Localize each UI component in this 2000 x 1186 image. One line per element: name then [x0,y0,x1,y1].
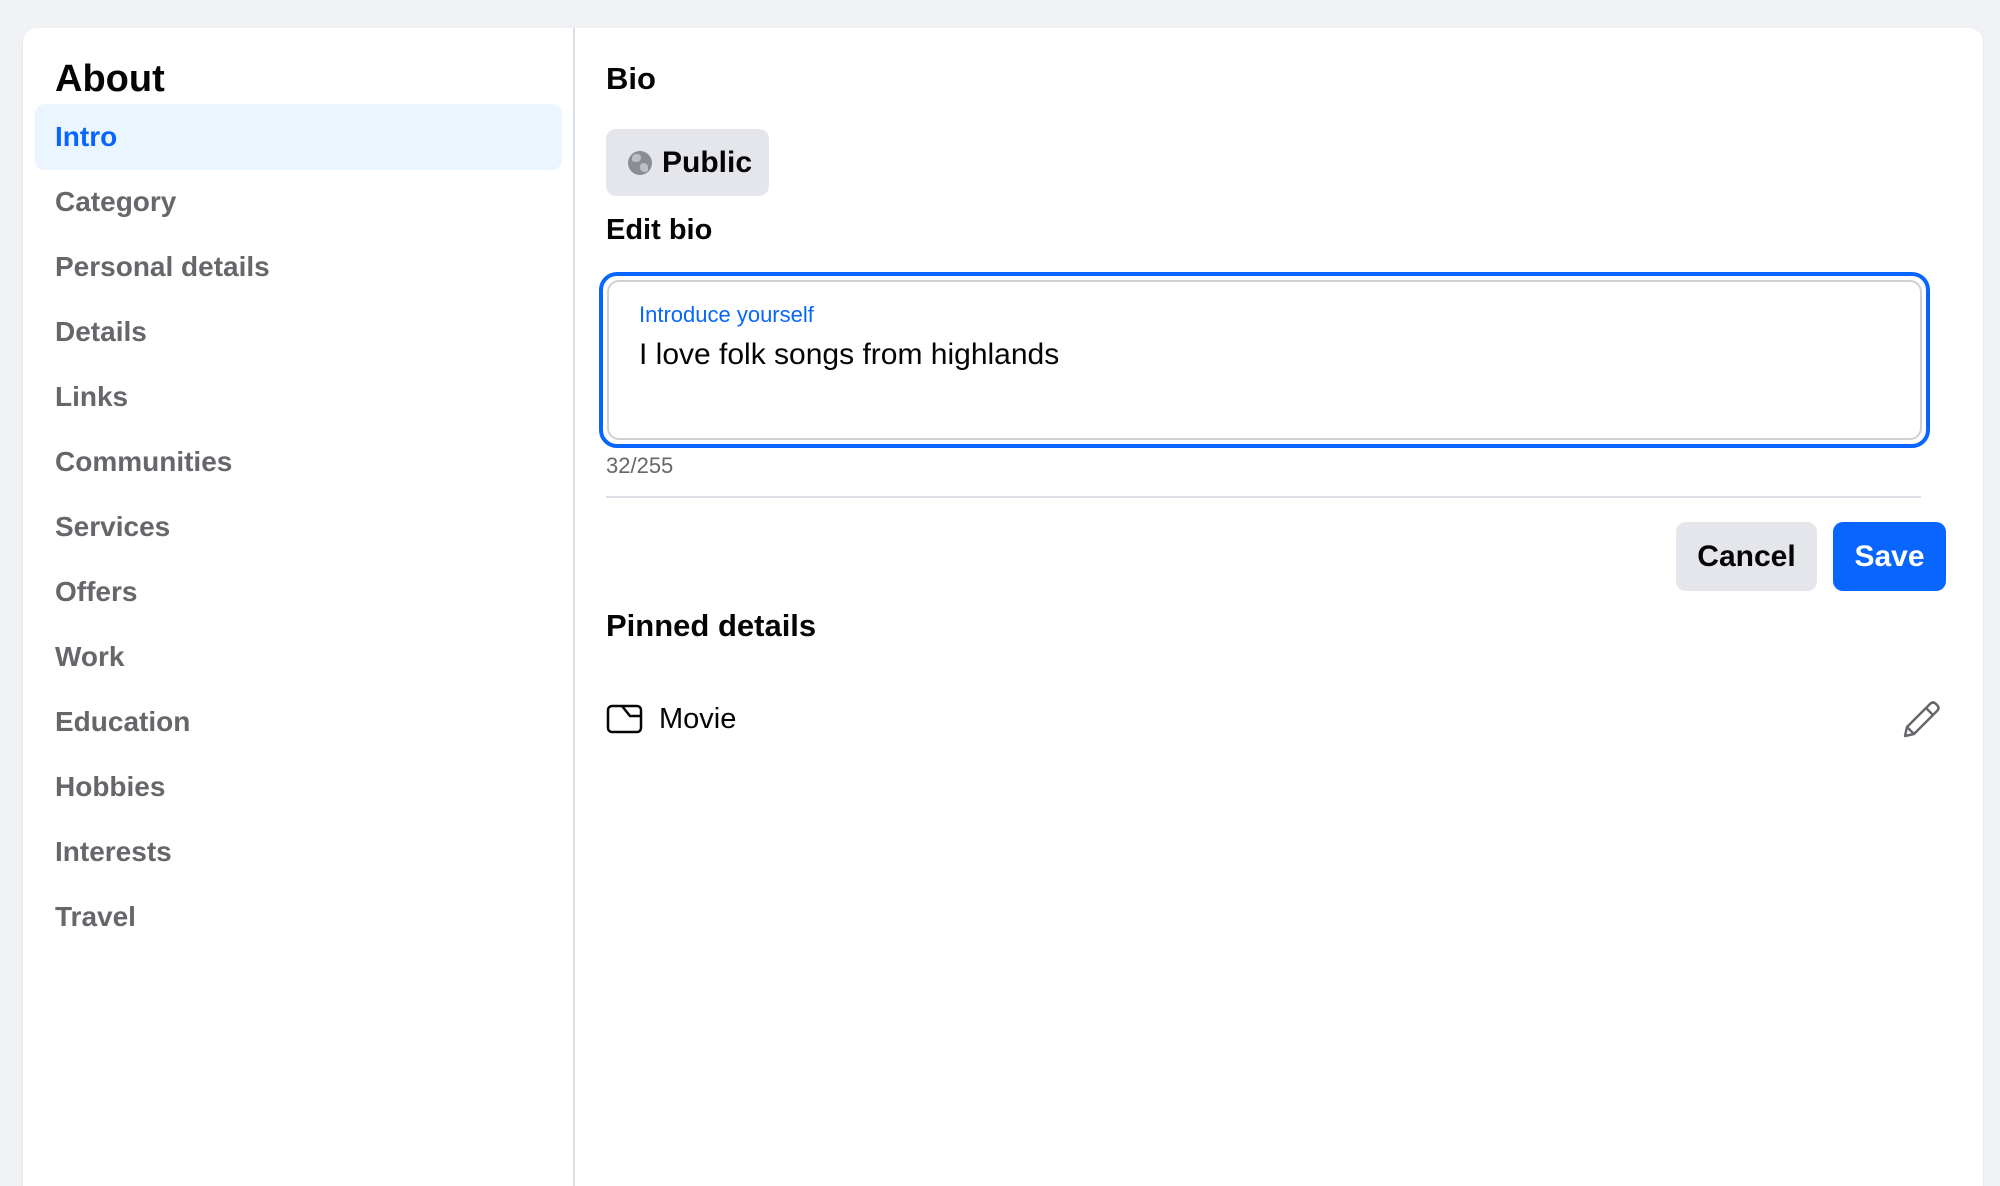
bio-field-label: Introduce yourself [639,302,814,327]
bio-textarea-focus-ring: Introduce yourself [599,272,1930,448]
save-button[interactable]: Save [1833,522,1946,591]
sidebar-item-links[interactable]: Links [35,364,562,430]
about-card: About Intro Category Personal details De… [23,28,1983,1186]
bio-title: Bio [606,61,656,96]
sidebar-title: About [55,58,165,100]
bio-editor: Bio Public Edit bio Introduce yourself 3… [599,28,1946,1186]
pinned-item-label: Movie [659,703,737,735]
movie-icon [606,704,643,734]
cancel-button[interactable]: Cancel [1676,522,1817,591]
pinned-details-title: Pinned details [606,608,817,643]
sidebar-item-communities[interactable]: Communities [35,429,562,495]
privacy-button[interactable]: Public [606,129,769,196]
privacy-label: Public [662,145,753,179]
edit-bio-label: Edit bio [606,214,713,246]
sidebar-item-category[interactable]: Category [35,169,562,235]
divider [606,496,1921,498]
sidebar-item-offers[interactable]: Offers [35,559,562,625]
sidebar-item-work[interactable]: Work [35,624,562,690]
pinned-item-movie: Movie [606,693,1946,747]
sidebar-item-details[interactable]: Details [35,299,562,365]
bio-input[interactable] [639,338,1889,372]
sidebar-item-interests[interactable]: Interests [35,819,562,885]
sidebar-item-education[interactable]: Education [35,689,562,755]
sidebar-item-services[interactable]: Services [35,494,562,560]
sidebar-item-hobbies[interactable]: Hobbies [35,754,562,820]
pencil-icon[interactable] [1899,698,1943,742]
character-counter: 32/255 [606,453,674,478]
globe-icon [628,150,652,175]
sidebar-item-intro[interactable]: Intro [35,104,562,170]
sidebar-item-travel[interactable]: Travel [35,884,562,950]
about-sidebar: About Intro Category Personal details De… [23,28,575,1186]
bio-textarea[interactable]: Introduce yourself [607,280,1922,440]
sidebar-item-personal-details[interactable]: Personal details [35,234,562,300]
